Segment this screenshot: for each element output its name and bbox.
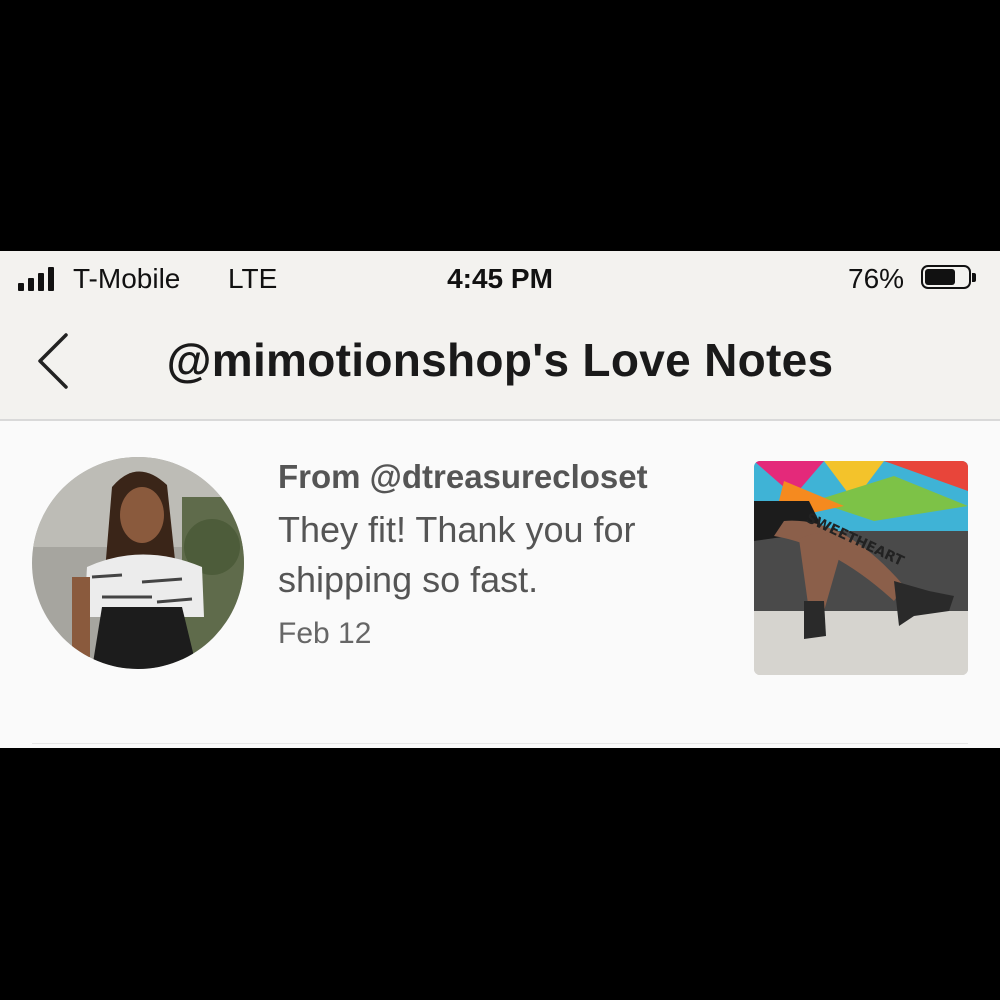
product-thumbnail[interactable]: SWEETHEART xyxy=(754,461,968,675)
navigation-bar: @mimotionshop's Love Notes xyxy=(0,307,1000,421)
battery-icon xyxy=(921,265,977,291)
row-divider xyxy=(32,743,968,744)
love-note-item[interactable]: From @dtreasurecloset They fit! Thank yo… xyxy=(0,421,1000,748)
status-bar: T-Mobile LTE 4:45 PM 76% xyxy=(0,251,1000,307)
app-screen: T-Mobile LTE 4:45 PM 76% @mimotionshop's… xyxy=(0,251,1000,748)
battery-percent: 76% xyxy=(848,263,905,294)
note-message: They fit! Thank you for shipping so fast… xyxy=(278,509,636,600)
sender-avatar[interactable] xyxy=(32,457,244,669)
note-sender[interactable]: From @dtreasurecloset xyxy=(278,457,718,497)
page-title: @mimotionshop's Love Notes xyxy=(166,334,834,386)
note-date: Feb 12 xyxy=(278,617,372,650)
note-content: From @dtreasurecloset They fit! Thank yo… xyxy=(278,457,718,651)
